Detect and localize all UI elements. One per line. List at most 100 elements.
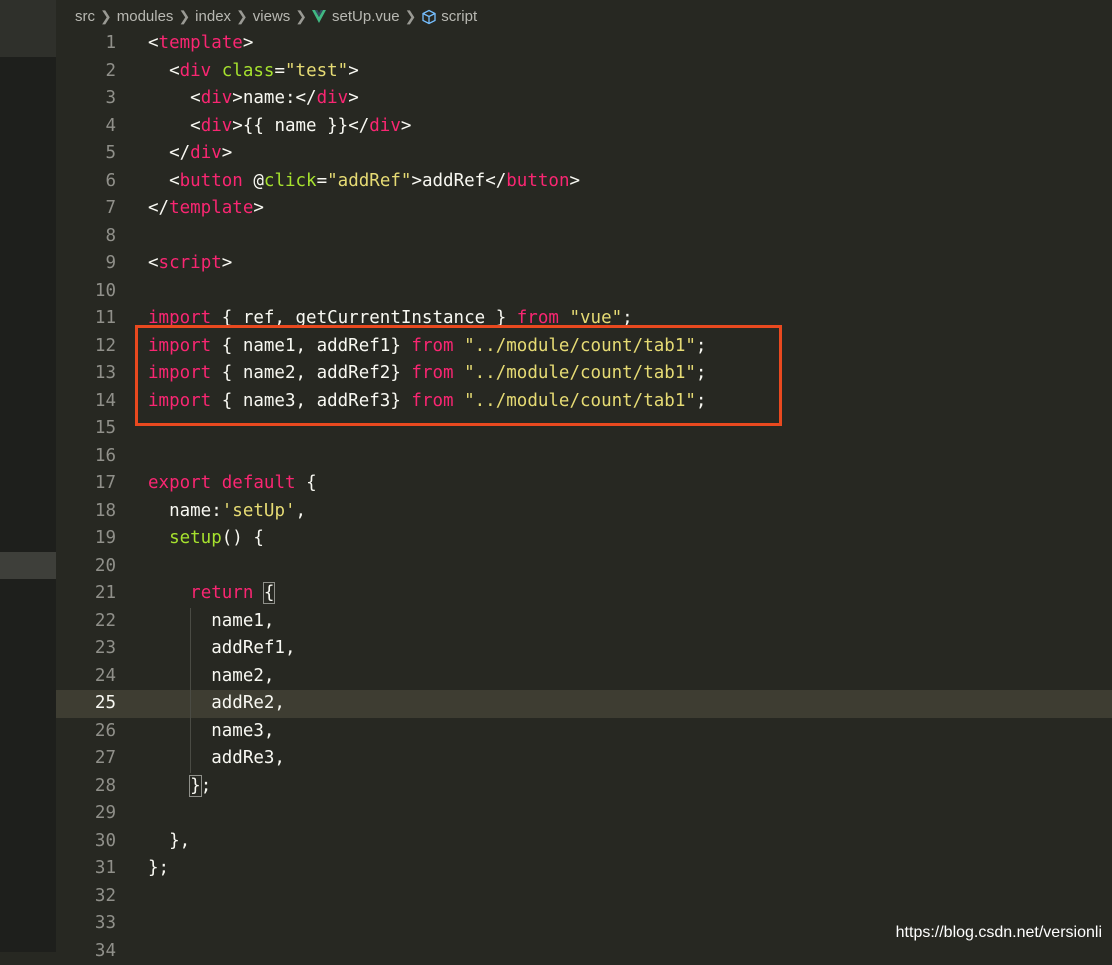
breadcrumb-modules[interactable]: modules	[117, 8, 174, 25]
code-token: template	[169, 198, 253, 218]
code-text: addRef1,	[148, 635, 296, 663]
breadcrumb-views[interactable]: views	[253, 8, 291, 25]
line-number: 17	[56, 470, 116, 498]
code-line[interactable]: 11import { ref, getCurrentInstance } fro…	[56, 305, 1112, 333]
code-token: 'setUp'	[222, 501, 296, 521]
line-number: 1	[56, 30, 116, 58]
code-line[interactable]: 25 addRe2,	[56, 690, 1112, 718]
code-line[interactable]: 24 name2,	[56, 663, 1112, 691]
line-number: 6	[56, 168, 116, 196]
watermark-text: https://blog.csdn.net/versionli	[896, 924, 1102, 942]
line-number: 4	[56, 113, 116, 141]
code-token: >addRef</	[411, 171, 506, 191]
code-token: div	[317, 88, 349, 108]
code-line[interactable]: 18 name:'setUp',	[56, 498, 1112, 526]
line-number: 32	[56, 883, 116, 911]
code-line[interactable]: 10	[56, 278, 1112, 306]
code-line[interactable]: 28 };	[56, 773, 1112, 801]
code-line[interactable]: 17export default {	[56, 470, 1112, 498]
code-token: "../module/count/tab1"	[464, 391, 696, 411]
activity-sidebar	[0, 0, 56, 952]
line-number: 15	[56, 415, 116, 443]
code-line[interactable]: 3 <div>name:</div>	[56, 85, 1112, 113]
code-line[interactable]: 27 addRe3,	[56, 745, 1112, 773]
code-line[interactable]: 20	[56, 553, 1112, 581]
line-number: 21	[56, 580, 116, 608]
code-line[interactable]: 32	[56, 883, 1112, 911]
code-text: addRe3,	[148, 745, 285, 773]
sidebar-header-block	[0, 0, 56, 57]
code-line[interactable]: 23 addRef1,	[56, 635, 1112, 663]
code-line[interactable]: 15	[56, 415, 1112, 443]
code-token: <	[148, 171, 180, 191]
code-text: <div>{{ name }}</div>	[148, 113, 411, 141]
indent-guide	[190, 608, 191, 773]
line-number: 26	[56, 718, 116, 746]
code-text: },	[148, 828, 190, 856]
code-token: <	[148, 61, 180, 81]
code-line[interactable]: 4 <div>{{ name }}</div>	[56, 113, 1112, 141]
sidebar-selected-row[interactable]	[0, 552, 56, 579]
chevron-right-icon: ❯	[100, 8, 112, 25]
code-token: from	[411, 363, 453, 383]
code-token: <	[148, 88, 201, 108]
code-token: ;	[696, 391, 707, 411]
code-line[interactable]: 19 setup() {	[56, 525, 1112, 553]
code-line[interactable]: 6 <button @click="addRef">addRef</button…	[56, 168, 1112, 196]
code-token: },	[148, 831, 190, 851]
code-token: { ref, getCurrentInstance }	[211, 308, 517, 328]
code-editor[interactable]: 1<template>2 <div class="test">3 <div>na…	[56, 30, 1112, 952]
code-line[interactable]: 14import { name3, addRef3} from "../modu…	[56, 388, 1112, 416]
code-line[interactable]: 9<script>	[56, 250, 1112, 278]
code-line[interactable]: 29	[56, 800, 1112, 828]
code-token: <	[148, 253, 159, 273]
code-token: <	[148, 33, 159, 53]
code-line[interactable]: 1<template>	[56, 30, 1112, 58]
line-number: 2	[56, 58, 116, 86]
code-token: setup	[169, 528, 222, 548]
code-token: return	[190, 583, 253, 603]
code-token: >	[222, 253, 233, 273]
code-text: <script>	[148, 250, 232, 278]
code-line[interactable]: 16	[56, 443, 1112, 471]
code-line[interactable]: 13import { name2, addRef2} from "../modu…	[56, 360, 1112, 388]
line-number: 28	[56, 773, 116, 801]
chevron-right-icon: ❯	[236, 8, 248, 25]
code-line[interactable]: 31};	[56, 855, 1112, 883]
line-number: 8	[56, 223, 116, 251]
line-number: 13	[56, 360, 116, 388]
code-token	[454, 391, 465, 411]
breadcrumb-index[interactable]: index	[195, 8, 231, 25]
code-token: { name3, addRef3}	[211, 391, 411, 411]
breadcrumb-symbol[interactable]: script	[441, 8, 477, 25]
code-token: "vue"	[569, 308, 622, 328]
code-token: ;	[622, 308, 633, 328]
code-line[interactable]: 26 name3,	[56, 718, 1112, 746]
breadcrumb-file[interactable]: setUp.vue	[332, 8, 400, 25]
code-token: from	[411, 391, 453, 411]
code-text: };	[148, 773, 211, 801]
code-line[interactable]: 8	[56, 223, 1112, 251]
code-token	[148, 528, 169, 548]
code-token: >	[253, 198, 264, 218]
breadcrumb-src[interactable]: src	[75, 8, 95, 25]
code-line[interactable]: 5 </div>	[56, 140, 1112, 168]
line-number: 20	[56, 553, 116, 581]
code-token: export	[148, 473, 211, 493]
line-number: 30	[56, 828, 116, 856]
matched-bracket: {	[264, 583, 275, 603]
chevron-right-icon: ❯	[178, 8, 190, 25]
code-token: from	[411, 336, 453, 356]
code-token: import	[148, 391, 211, 411]
code-line[interactable]: 7</template>	[56, 195, 1112, 223]
code-line[interactable]: 12import { name1, addRef1} from "../modu…	[56, 333, 1112, 361]
code-line[interactable]: 22 name1,	[56, 608, 1112, 636]
code-line[interactable]: 2 <div class="test">	[56, 58, 1112, 86]
code-line[interactable]: 21 return {	[56, 580, 1112, 608]
code-token: div	[201, 116, 233, 136]
code-line[interactable]: 30 },	[56, 828, 1112, 856]
line-number: 10	[56, 278, 116, 306]
code-token: default	[222, 473, 296, 493]
code-token: >	[243, 33, 254, 53]
code-token: ,	[296, 501, 307, 521]
